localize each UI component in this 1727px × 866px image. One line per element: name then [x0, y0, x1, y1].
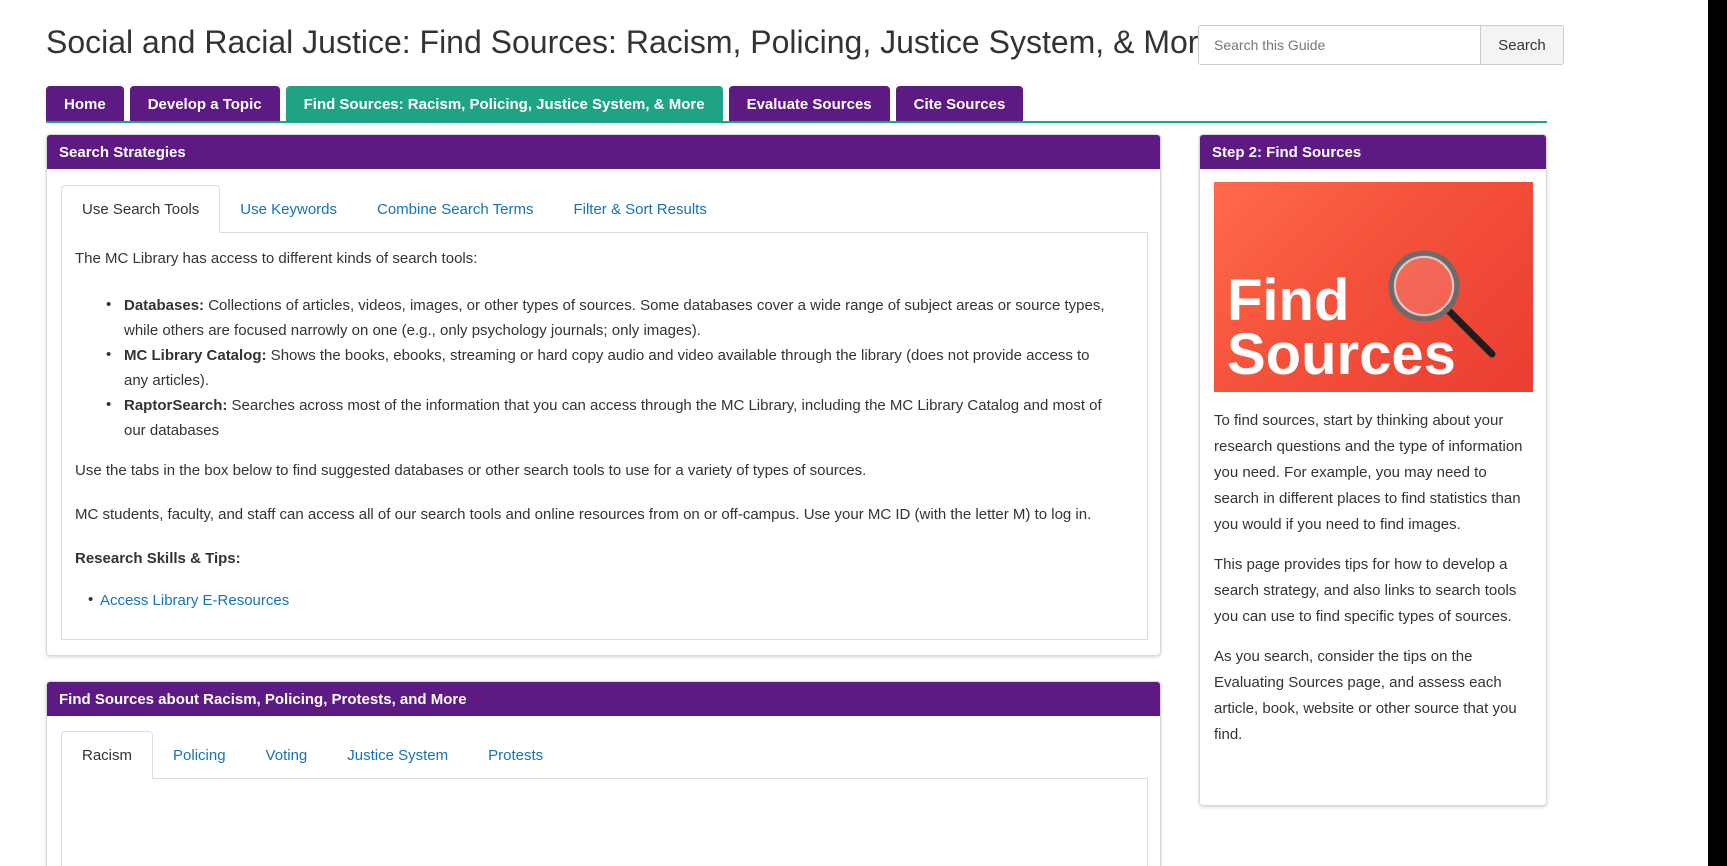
bullet: •	[106, 346, 112, 363]
bullet-term: Databases:	[124, 297, 205, 314]
bullet-text-cont: any articles).	[124, 372, 210, 389]
nav-tab-evaluate-sources[interactable]: Evaluate Sources	[728, 86, 890, 122]
bullet-text-cont: our databases	[124, 422, 220, 439]
step2-text: As you search, consider the tips on the …	[1214, 644, 1534, 748]
bullet: •	[88, 591, 94, 608]
paragraph-line: Evaluating Sources page, and assess each	[1214, 674, 1502, 691]
paragraph-line: find.	[1214, 726, 1243, 743]
list-item: Databases: Collections of articles, vide…	[124, 296, 1105, 316]
skills-heading-text: Research Skills & Tips:	[75, 550, 241, 567]
paragraph-line: search in different places to find stati…	[1214, 490, 1521, 507]
step2-text: This page provides tips for how to devel…	[1214, 552, 1534, 630]
guide-nav: Home Develop a Topic Find Sources: Racis…	[46, 86, 1029, 122]
guide-search: Search	[1198, 25, 1564, 65]
paragraph-line: This page provides tips for how to devel…	[1214, 556, 1508, 573]
page-title: Social and Racial Justice: Find Sources:…	[46, 24, 1217, 60]
tab-justice-system[interactable]: Justice System	[327, 731, 468, 779]
tab-combine-search-terms[interactable]: Combine Search Terms	[357, 185, 553, 233]
tabs-note: Use the tabs in the box below to find su…	[75, 462, 867, 479]
bullet: •	[106, 396, 112, 413]
bullet: •	[106, 296, 112, 313]
magnifier-icon	[1388, 250, 1496, 358]
tab-use-keywords[interactable]: Use Keywords	[220, 185, 357, 233]
tab-policing[interactable]: Policing	[153, 731, 246, 779]
find-sources-tab-panel	[61, 778, 1148, 866]
search-button[interactable]: Search	[1480, 25, 1564, 65]
tab-voting[interactable]: Voting	[246, 731, 328, 779]
list-item: MC Library Catalog: Shows the books, ebo…	[124, 346, 1090, 366]
top-strip	[0, 0, 1708, 8]
skills-heading: Research Skills & Tips:	[75, 549, 241, 569]
strategies-tab-panel	[61, 232, 1148, 640]
bullet-term: RaptorSearch:	[124, 397, 228, 414]
bullet-text-cont: while others are focused narrowly on one…	[124, 322, 701, 339]
paragraph-line: article, book, website or other source t…	[1214, 700, 1517, 717]
search-input[interactable]	[1198, 25, 1480, 65]
paragraph-line: As you search, consider the tips on the	[1214, 648, 1473, 665]
nav-tab-develop-topic[interactable]: Develop a Topic	[129, 86, 280, 122]
access-e-resources-link[interactable]: Access Library E-Resources	[100, 591, 289, 611]
step2-text: To find sources, start by thinking about…	[1214, 408, 1534, 538]
bullet-text: Searches across most of the information …	[227, 397, 1102, 414]
nav-tab-find-sources[interactable]: Find Sources: Racism, Policing, Justice …	[285, 86, 723, 122]
paragraph-line: research questions and the type of infor…	[1214, 438, 1523, 455]
find-sources-image: Find Sources	[1214, 182, 1533, 392]
box-header: Find Sources about Racism, Policing, Pro…	[47, 682, 1160, 716]
box-header: Search Strategies	[47, 135, 1160, 169]
list-item: RaptorSearch: Searches across most of th…	[124, 396, 1102, 416]
tab-filter-sort-results[interactable]: Filter & Sort Results	[553, 185, 726, 233]
paragraph-line: To find sources, start by thinking about…	[1214, 412, 1504, 429]
bullet-text: Shows the books, ebooks, streaming or ha…	[266, 347, 1090, 364]
paragraph-line: you would if you need to find images.	[1214, 516, 1461, 533]
right-edge	[1708, 0, 1727, 866]
page: Social and Racial Justice: Find Sources:…	[0, 0, 1727, 866]
nav-tab-home[interactable]: Home	[46, 86, 124, 122]
box-header: Step 2: Find Sources	[1200, 135, 1546, 169]
access-note: MC students, faculty, and staff can acce…	[75, 506, 1092, 523]
find-sources-tabs: Racism Policing Voting Justice System Pr…	[61, 731, 563, 779]
paragraph-line: search strategy, and also links to searc…	[1214, 582, 1517, 599]
tab-use-search-tools[interactable]: Use Search Tools	[61, 185, 221, 233]
intro-text: The MC Library has access to different k…	[75, 250, 478, 267]
tab-protests[interactable]: Protests	[468, 731, 563, 779]
bullet-text: Collections of articles, videos, images,…	[204, 297, 1105, 314]
tab-racism[interactable]: Racism	[61, 731, 154, 779]
bullet-term: MC Library Catalog:	[124, 347, 267, 364]
nav-divider	[46, 121, 1547, 123]
paragraph-line: you can use to find specific types of so…	[1214, 608, 1512, 625]
strategies-tabs: Use Search Tools Use Keywords Combine Se…	[61, 185, 727, 233]
paragraph-line: you need. For example, you may need to	[1214, 464, 1487, 481]
nav-tab-cite-sources[interactable]: Cite Sources	[895, 86, 1024, 122]
